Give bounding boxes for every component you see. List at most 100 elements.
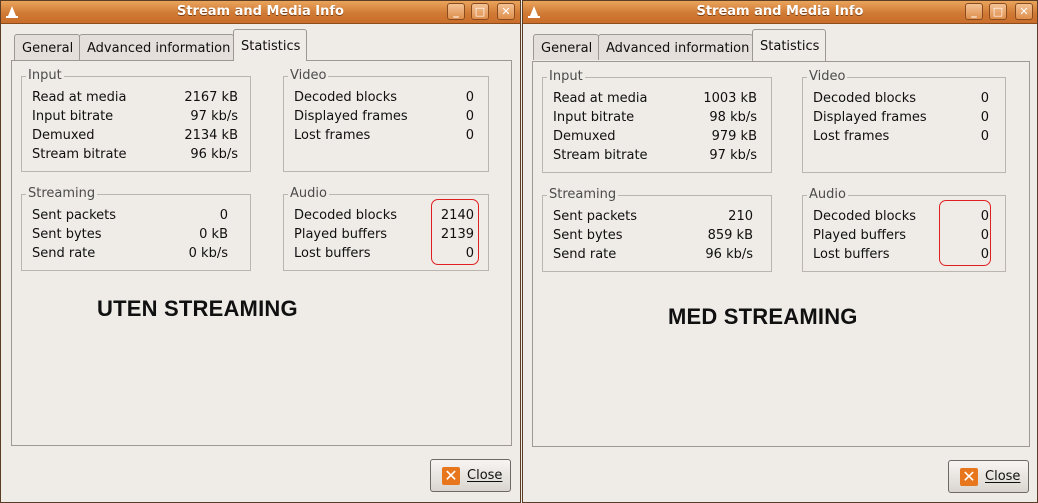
stat-value: 0: [219, 208, 228, 223]
stat-label: Sent packets: [32, 208, 117, 223]
audio-group-title: Audio: [288, 186, 329, 201]
input-group: Input Read at media 2167 kB Input bitrate…: [21, 68, 251, 172]
video-group-title: Video: [807, 69, 848, 84]
stat-value: 0 kb/s: [188, 246, 228, 261]
stat-row: Send rate 0 kb/s: [32, 246, 228, 264]
stat-value: 97 kb/s: [190, 109, 238, 124]
close-button-label: Close: [985, 469, 1021, 484]
streaming-group-title: Streaming: [26, 186, 98, 201]
stat-row: Lost frames 0: [294, 128, 474, 146]
media-info-window-left: Stream and Media Info _ □ ✕ General Adva…: [0, 0, 521, 503]
stat-row: Send rate 96 kb/s: [553, 247, 753, 265]
media-info-window-right: Stream and Media Info _ □ ✕ General Adva…: [522, 0, 1038, 503]
annotation-text: MED STREAMING: [668, 304, 858, 329]
video-group-title: Video: [288, 68, 329, 83]
stat-row: Displayed frames 0: [294, 109, 474, 127]
stat-label: Stream bitrate: [553, 148, 648, 163]
stat-value: 96 kb/s: [705, 247, 753, 262]
window-title: Stream and Media Info: [696, 4, 864, 19]
stat-value: 0: [465, 109, 474, 124]
video-group: Video Decoded blocks 0 Displayed frames 0 …: [802, 69, 1006, 173]
highlight-annotation: [431, 199, 479, 265]
audio-group-title: Audio: [807, 187, 848, 202]
tab-advanced-information[interactable]: Advanced information: [79, 34, 234, 60]
stat-label: Read at media: [32, 90, 127, 105]
stat-row: Displayed frames 0: [813, 110, 989, 128]
stat-label: Demuxed: [32, 128, 95, 143]
stat-label: Send rate: [553, 247, 617, 262]
stat-value: 0: [465, 90, 474, 105]
stat-label: Decoded blocks: [813, 209, 917, 224]
minimize-button[interactable]: _: [965, 3, 983, 20]
stat-row: Sent bytes 0 kB: [32, 227, 228, 245]
stat-row: Demuxed 979 kB: [553, 129, 757, 147]
stat-value: 97 kb/s: [709, 148, 757, 163]
stat-row: Stream bitrate 97 kb/s: [553, 148, 757, 166]
stat-row: Decoded blocks 0: [294, 90, 474, 108]
stat-row: Input bitrate 98 kb/s: [553, 110, 757, 128]
stat-value: 979 kB: [711, 129, 757, 144]
stat-label: Input bitrate: [553, 110, 635, 125]
close-button[interactable]: ✕ Close: [430, 459, 511, 492]
streaming-group-title: Streaming: [547, 187, 619, 202]
stat-value: 0 kB: [199, 227, 228, 242]
highlight-annotation: [939, 200, 991, 266]
stat-value: 210: [728, 209, 753, 224]
input-group-title: Input: [547, 69, 585, 84]
stat-label: Sent bytes: [553, 228, 623, 243]
stat-value: 0: [980, 91, 989, 106]
stat-label: Decoded blocks: [294, 208, 398, 223]
stat-label: Lost buffers: [813, 247, 890, 262]
maximize-button[interactable]: □: [471, 3, 489, 20]
close-x-icon: ✕: [442, 467, 460, 485]
maximize-button[interactable]: □: [989, 3, 1007, 20]
stat-label: Decoded blocks: [294, 90, 398, 105]
close-button[interactable]: ✕ Close: [948, 460, 1029, 493]
title-bar[interactable]: Stream and Media Info _ □ ✕: [523, 1, 1037, 24]
video-group: Video Decoded blocks 0 Displayed frames 0 …: [283, 68, 489, 172]
window-title: Stream and Media Info: [176, 4, 344, 19]
stat-label: Decoded blocks: [813, 91, 917, 106]
stat-label: Input bitrate: [32, 109, 114, 124]
tab-general[interactable]: General: [533, 34, 599, 60]
audio-group: Audio Decoded blocks 2140 Played buffers 2…: [283, 186, 489, 271]
stat-row: Lost frames 0: [813, 129, 989, 147]
close-window-button[interactable]: ✕: [1015, 3, 1033, 20]
title-bar[interactable]: Stream and Media Info _ □ ✕: [1, 1, 520, 24]
input-group: Input Read at media 1003 kB Input bitrate…: [542, 69, 772, 173]
stat-value: 0: [465, 128, 474, 143]
stat-value: 1003 kB: [703, 91, 757, 106]
stat-label: Lost frames: [813, 129, 890, 144]
stat-value: 0: [980, 129, 989, 144]
tab-general[interactable]: General: [14, 34, 80, 60]
stat-row: Sent packets 0: [32, 208, 228, 226]
stat-label: Played buffers: [294, 227, 388, 242]
annotation-text: UTEN STREAMING: [97, 296, 298, 321]
close-window-button[interactable]: ✕: [497, 3, 515, 20]
stat-label: Displayed frames: [294, 109, 408, 124]
stat-row: Read at media 1003 kB: [553, 91, 757, 109]
stat-row: Read at media 2167 kB: [32, 90, 238, 108]
stat-label: Played buffers: [813, 228, 907, 243]
stat-label: Sent bytes: [32, 227, 102, 242]
close-button-label: Close: [467, 468, 503, 483]
stat-row: Decoded blocks 0: [813, 91, 989, 109]
audio-group: Audio Decoded blocks 0 Played buffers 0 Lo…: [802, 187, 1006, 272]
stat-row: Input bitrate 97 kb/s: [32, 109, 238, 127]
minimize-button[interactable]: _: [447, 3, 465, 20]
stat-label: Send rate: [32, 246, 96, 261]
stat-label: Displayed frames: [813, 110, 927, 125]
input-group-title: Input: [26, 68, 64, 83]
stat-value: 98 kb/s: [709, 110, 757, 125]
streaming-group: Streaming Sent packets 0 Sent bytes 0 kB S…: [21, 186, 251, 271]
stat-label: Lost buffers: [294, 246, 371, 261]
stat-value: 2167 kB: [184, 90, 238, 105]
tab-advanced-information[interactable]: Advanced information: [598, 34, 753, 60]
tab-statistics[interactable]: Statistics: [233, 29, 307, 61]
tab-statistics[interactable]: Statistics: [752, 29, 826, 61]
stat-value: 0: [980, 110, 989, 125]
stat-label: Demuxed: [553, 129, 616, 144]
stat-value: 96 kb/s: [190, 147, 238, 162]
stat-label: Lost frames: [294, 128, 371, 143]
stat-value: 2134 kB: [184, 128, 238, 143]
